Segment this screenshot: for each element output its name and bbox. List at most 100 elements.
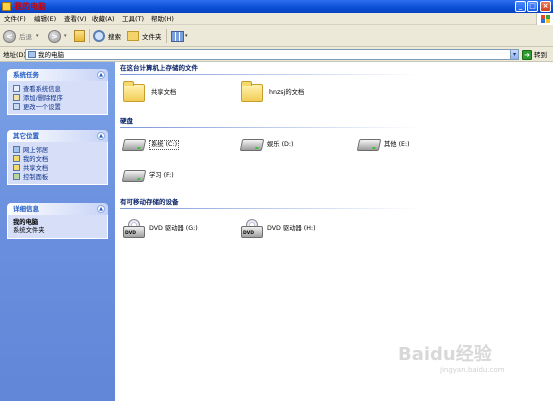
folder-icon	[13, 164, 20, 171]
go-arrow-icon[interactable]: ➜	[522, 50, 532, 60]
collapse-icon[interactable]: ▲	[97, 132, 105, 140]
back-dropdown-icon[interactable]: ▾	[36, 33, 39, 39]
views-button[interactable]: ▾	[171, 28, 188, 44]
panel-body: 网上邻居 我的文档 共享文档 控制面板	[7, 142, 108, 185]
other-places-panel: 其它位置 ▲ 网上邻居 我的文档 共享文档 控制面板	[7, 130, 108, 185]
address-value: 我的电脑	[38, 51, 64, 59]
search-button[interactable]: 搜索	[93, 28, 121, 44]
menu-edit[interactable]: 编辑(E)	[34, 15, 56, 23]
folders-icon	[127, 31, 139, 41]
other-places-header[interactable]: 其它位置 ▲	[7, 130, 108, 142]
dvd-drive-h[interactable]: DVD DVD 驱动器 (H:)	[241, 219, 316, 239]
folder-user-documents[interactable]: hnzsj的文档	[241, 81, 304, 102]
settings-icon	[13, 103, 20, 110]
folders-label: 文件夹	[142, 33, 162, 41]
minimize-button[interactable]: _	[515, 1, 526, 12]
views-icon	[171, 30, 184, 42]
collapse-icon[interactable]: ▲	[97, 205, 105, 213]
address-label: 地址(D)	[3, 51, 27, 59]
system-tasks-header[interactable]: 系统任务 ▲	[7, 69, 108, 81]
windows-logo-icon	[536, 13, 553, 25]
place-shared-documents[interactable]: 共享文档	[13, 163, 102, 172]
place-control-panel[interactable]: 控制面板	[13, 172, 102, 181]
task-pane: 系统任务 ▲ 查看系统信息 添加/删除程序 更改一个设置 其它位置 ▲ 网上邻居…	[0, 62, 115, 401]
toolbar-separator	[166, 29, 167, 43]
toolbar: < 后退 ▾ > ▾ 搜索 文件夹 ▾	[0, 25, 553, 47]
hard-drive-icon	[121, 170, 147, 182]
group-divider	[120, 127, 420, 128]
group-title-files: 在这台计算机上存储的文件	[120, 64, 198, 72]
panel-title: 其它位置	[13, 132, 39, 140]
folders-button[interactable]: 文件夹	[127, 28, 162, 44]
forward-button[interactable]: > ▾	[48, 28, 67, 44]
panel-title: 详细信息	[13, 205, 39, 213]
details-header[interactable]: 详细信息 ▲	[7, 203, 108, 215]
collapse-icon[interactable]: ▲	[97, 71, 105, 79]
folder-icon	[123, 81, 145, 102]
group-title-drives: 硬盘	[120, 117, 133, 125]
maximize-button[interactable]: □	[527, 1, 538, 12]
computer-icon	[28, 51, 36, 58]
window-title: 我的电脑	[14, 2, 46, 11]
hard-drive-icon	[356, 139, 382, 151]
panel-body: 查看系统信息 添加/删除程序 更改一个设置	[7, 81, 108, 115]
group-divider	[120, 208, 420, 209]
close-button[interactable]: ×	[540, 1, 551, 12]
menu-tools[interactable]: 工具(T)	[122, 15, 144, 23]
panel-body: 我的电脑 系统文件夹	[7, 215, 108, 239]
views-dropdown-icon: ▾	[185, 33, 188, 39]
drive-c[interactable]: 系统 (C:)	[121, 139, 180, 151]
title-bar[interactable]: 我的电脑 _ □ ×	[0, 0, 553, 13]
details-desc: 系统文件夹	[13, 227, 45, 234]
menu-help[interactable]: 帮助(H)	[151, 15, 174, 23]
network-icon	[13, 146, 20, 153]
forward-arrow-icon: >	[48, 29, 61, 43]
group-divider	[120, 74, 420, 75]
drive-e[interactable]: 其他 (E:)	[356, 139, 410, 151]
my-computer-icon	[2, 2, 11, 11]
drive-d[interactable]: 娱乐 (D:)	[239, 139, 293, 151]
watermark-url: jingyan.baidu.com	[440, 366, 505, 374]
folder-shared-documents[interactable]: 共享文档	[123, 81, 176, 102]
go-button[interactable]: 转到	[534, 51, 547, 59]
menu-view[interactable]: 查看(V)	[64, 15, 87, 23]
back-arrow-icon: <	[3, 29, 16, 43]
system-info-icon	[13, 85, 20, 92]
address-dropdown-icon[interactable]: ▾	[510, 49, 519, 60]
folder-up-icon	[74, 30, 85, 42]
task-add-remove-programs[interactable]: 添加/删除程序	[13, 93, 102, 102]
place-my-documents[interactable]: 我的文档	[13, 154, 102, 163]
dvd-drive-icon: DVD	[241, 219, 263, 239]
menu-favorites[interactable]: 收藏(A)	[92, 15, 115, 23]
details-panel: 详细信息 ▲ 我的电脑 系统文件夹	[7, 203, 108, 239]
address-input[interactable]: 我的电脑	[25, 49, 519, 60]
back-label: 后退	[19, 33, 32, 41]
dvd-drive-icon: DVD	[123, 219, 145, 239]
toolbar-separator	[89, 29, 90, 43]
menu-bar: 文件(F) 编辑(E) 查看(V) 收藏(A) 工具(T) 帮助(H)	[0, 13, 553, 25]
search-icon	[93, 30, 105, 42]
hard-drive-icon	[121, 139, 147, 151]
forward-dropdown-icon[interactable]: ▾	[64, 33, 67, 39]
up-button[interactable]	[74, 28, 87, 44]
watermark-brand: Baidu经验	[398, 344, 492, 365]
folder-icon	[13, 155, 20, 162]
task-view-system-info[interactable]: 查看系统信息	[13, 84, 102, 93]
panel-title: 系统任务	[13, 71, 39, 79]
group-title-removable: 有可移动存储的设备	[120, 198, 179, 206]
back-button[interactable]: < 后退 ▾	[3, 28, 39, 44]
dvd-drive-g[interactable]: DVD DVD 驱动器 (G:)	[123, 219, 198, 239]
details-name: 我的电脑	[13, 219, 39, 226]
address-bar: 地址(D) 我的电脑 ▾ ➜ 转到	[0, 47, 553, 62]
hard-drive-icon	[239, 139, 265, 151]
control-panel-icon	[13, 173, 20, 180]
system-tasks-panel: 系统任务 ▲ 查看系统信息 添加/删除程序 更改一个设置	[7, 69, 108, 115]
programs-icon	[13, 94, 20, 101]
my-computer-window: 我的电脑 _ □ × 文件(F) 编辑(E) 查看(V) 收藏(A) 工具(T)…	[0, 0, 553, 401]
menu-file[interactable]: 文件(F)	[4, 15, 26, 23]
place-network[interactable]: 网上邻居	[13, 145, 102, 154]
search-label: 搜索	[108, 33, 121, 41]
drive-f[interactable]: 学习 (F:)	[121, 170, 174, 182]
task-change-setting[interactable]: 更改一个设置	[13, 102, 102, 111]
folder-icon	[241, 81, 263, 102]
